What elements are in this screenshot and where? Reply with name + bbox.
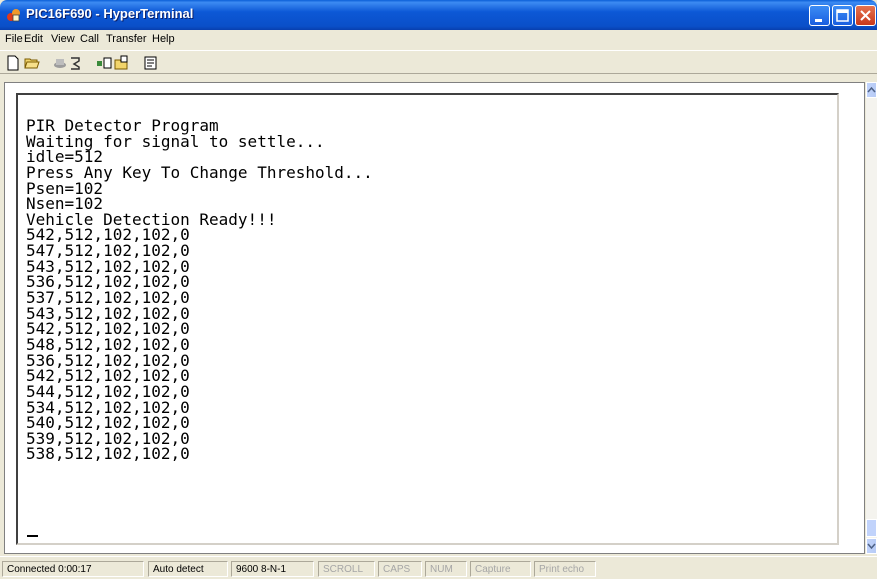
status-num: NUM <box>425 561 467 577</box>
terminal-line: 538,512,102,102,0 <box>26 444 190 464</box>
window-title: PIC16F690 - HyperTerminal <box>26 6 194 21</box>
menu-call[interactable]: Call <box>80 33 99 45</box>
hyperterminal-icon <box>7 9 20 22</box>
open-icon[interactable] <box>24 55 40 71</box>
terminal-output: PIR Detector Program Waiting for signal … <box>26 118 826 462</box>
receive-icon[interactable] <box>114 55 130 71</box>
properties-dial-icon[interactable] <box>68 55 84 71</box>
menu-transfer[interactable]: Transfer <box>106 33 147 45</box>
terminal-line: Press Any Key To Change Threshold... <box>26 162 373 182</box>
text-cursor <box>27 535 38 537</box>
close-icon <box>860 10 871 21</box>
status-connected: Connected 0:00:17 <box>2 561 144 577</box>
menu-edit[interactable]: Edit <box>24 33 43 45</box>
maximize-icon <box>836 9 849 22</box>
terminal-line: Psen=102 <box>26 178 104 198</box>
minimize-button[interactable] <box>809 5 830 26</box>
chevron-down-icon <box>867 543 876 550</box>
scroll-up-button[interactable] <box>866 82 877 98</box>
disconnect-icon[interactable] <box>52 55 68 71</box>
menu-view[interactable]: View <box>51 33 75 45</box>
vertical-scrollbar[interactable] <box>866 82 877 554</box>
properties-icon[interactable] <box>143 55 159 71</box>
status-caps: CAPS <box>378 561 422 577</box>
maximize-button[interactable] <box>832 5 853 26</box>
status-capture: Capture <box>470 561 531 577</box>
close-button[interactable] <box>855 5 876 26</box>
menu-file[interactable]: File <box>5 33 23 45</box>
new-connection-icon[interactable] <box>5 55 21 71</box>
status-bar: Connected 0:00:17 Auto detect 9600 8-N-1… <box>0 556 877 579</box>
status-print-echo: Print echo <box>534 561 596 577</box>
title-bar[interactable]: PIC16F690 - HyperTerminal <box>0 0 877 30</box>
scroll-down-button[interactable] <box>866 538 877 554</box>
minimize-icon <box>815 19 822 22</box>
send-icon[interactable] <box>96 55 112 71</box>
scroll-thumb[interactable] <box>866 519 877 537</box>
terminal-line: Waiting for signal to settle... <box>26 131 325 151</box>
toolbar <box>0 50 877 74</box>
status-detect: Auto detect <box>148 561 228 577</box>
menu-bar: File Edit View Call Transfer Help <box>0 30 877 49</box>
status-settings: 9600 8-N-1 <box>231 561 314 577</box>
status-scroll: SCROLL <box>318 561 375 577</box>
menu-help[interactable]: Help <box>152 33 175 45</box>
chevron-up-icon <box>867 86 876 93</box>
